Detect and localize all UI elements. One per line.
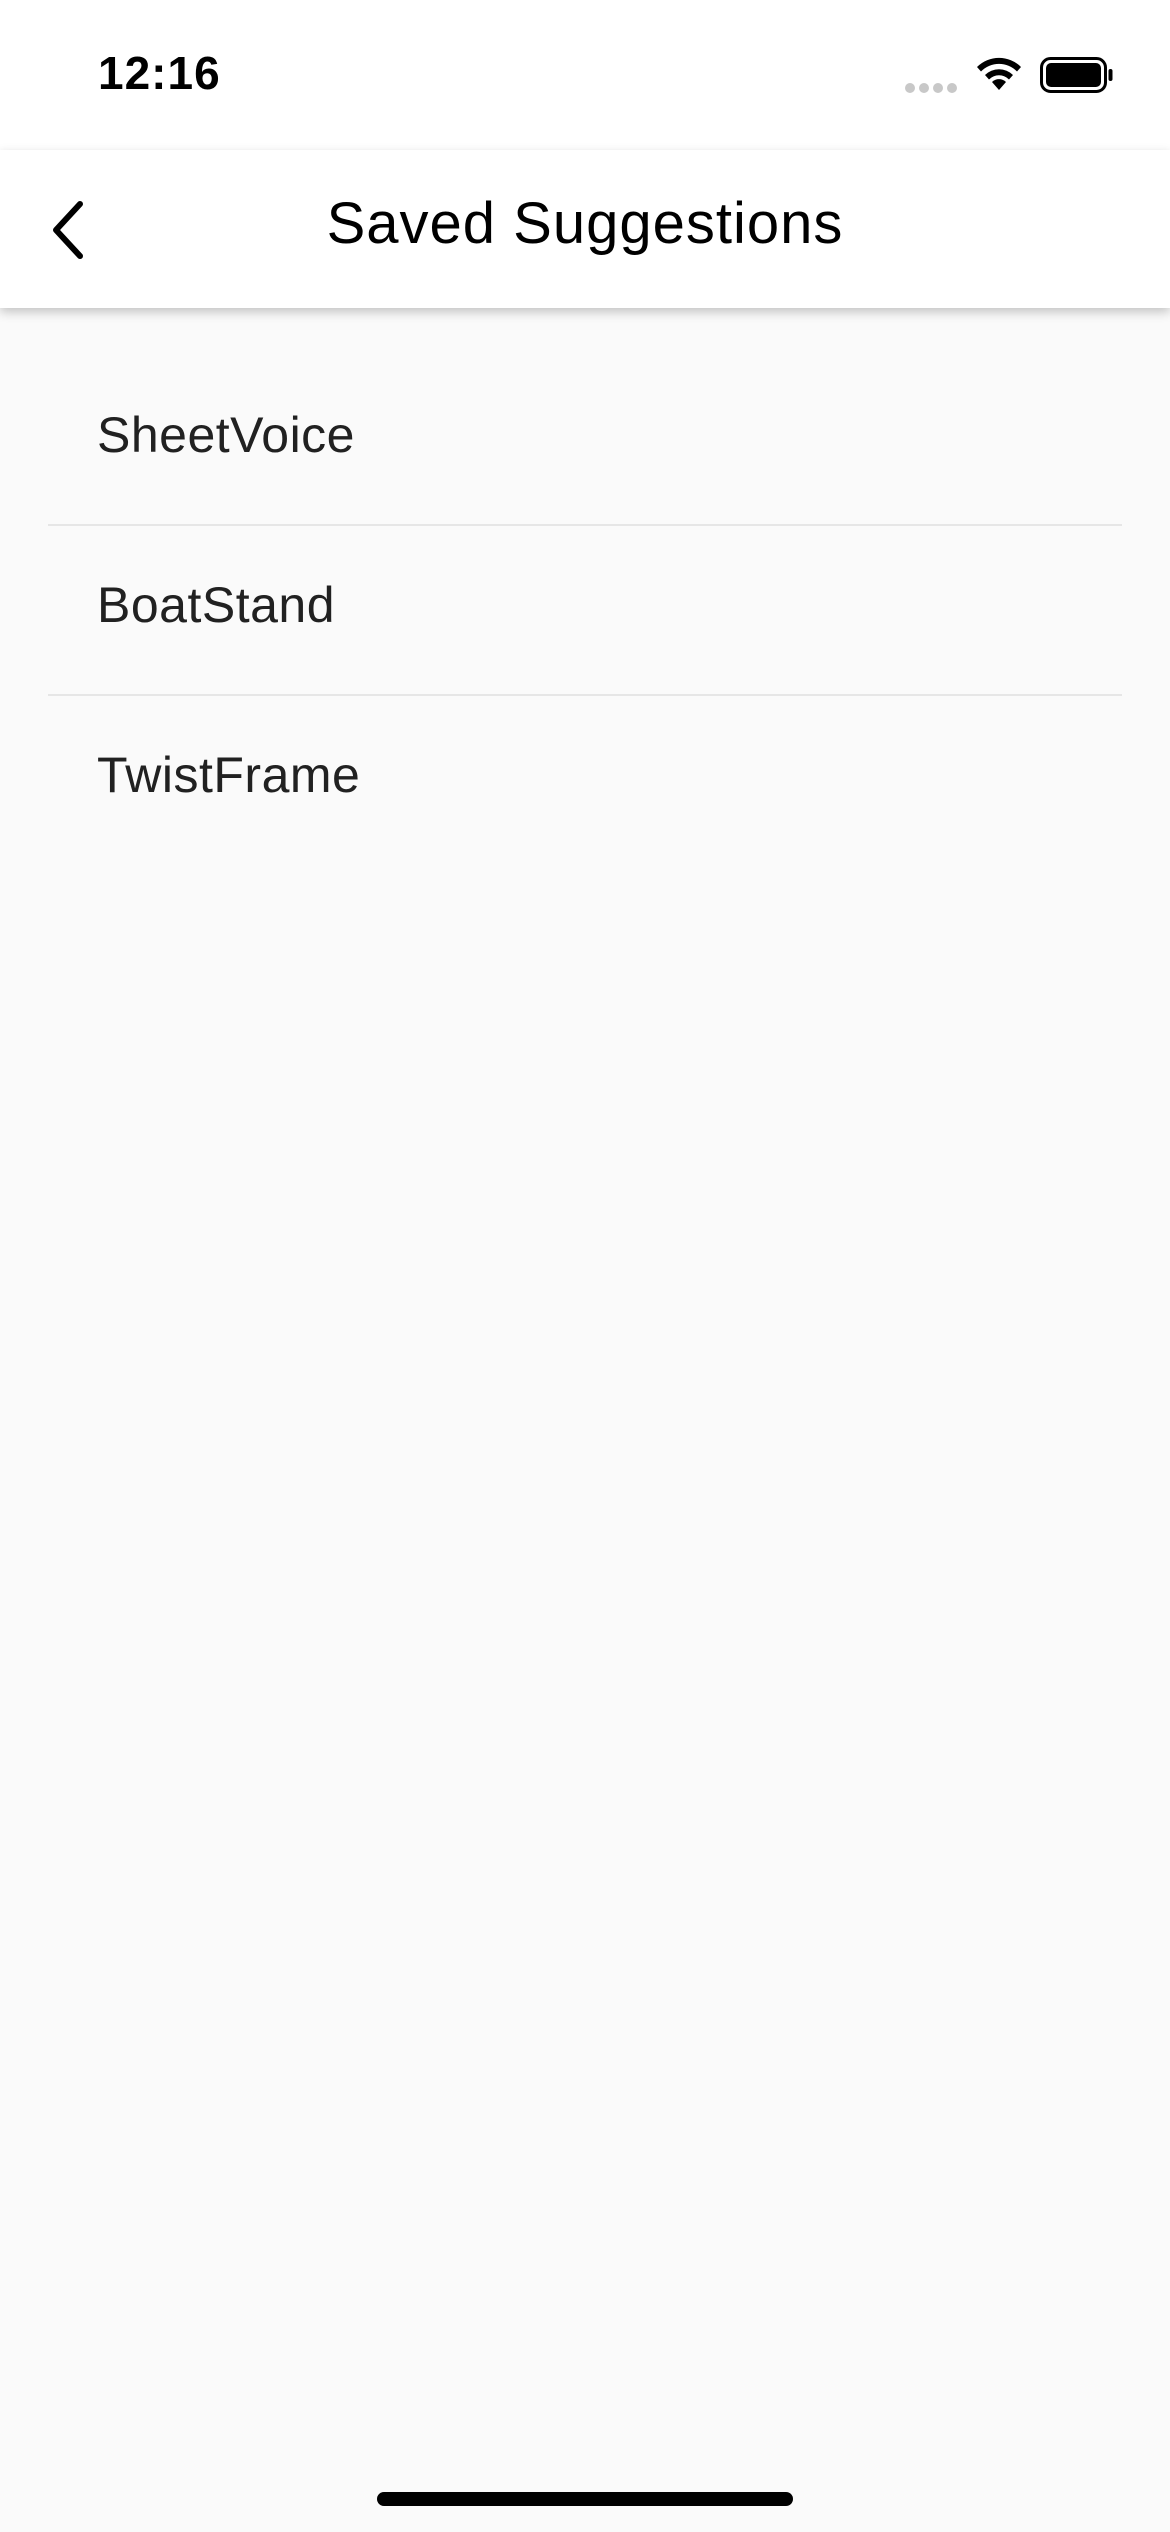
screen: 12:16 Saved Suggestions SheetVoice BoatS…	[0, 0, 1170, 2532]
wifi-icon	[977, 57, 1021, 90]
saved-suggestions-list: SheetVoice BoatStand TwistFrame	[0, 356, 1170, 864]
home-indicator[interactable]	[377, 2492, 793, 2506]
list-item[interactable]: SheetVoice	[48, 356, 1122, 524]
page-title: Saved Suggestions	[326, 191, 844, 256]
battery-icon	[1040, 57, 1113, 93]
status-time: 12:16	[98, 47, 221, 99]
cellular-signal-icon	[905, 83, 959, 95]
list-item-label: BoatStand	[97, 577, 336, 633]
list-item[interactable]: TwistFrame	[48, 696, 1122, 864]
app-bar: Saved Suggestions	[0, 150, 1170, 308]
list-item-label: SheetVoice	[97, 407, 355, 463]
list-item-label: TwistFrame	[97, 747, 361, 803]
status-bar: 12:16	[0, 0, 1170, 150]
list-item[interactable]: BoatStand	[48, 526, 1122, 694]
